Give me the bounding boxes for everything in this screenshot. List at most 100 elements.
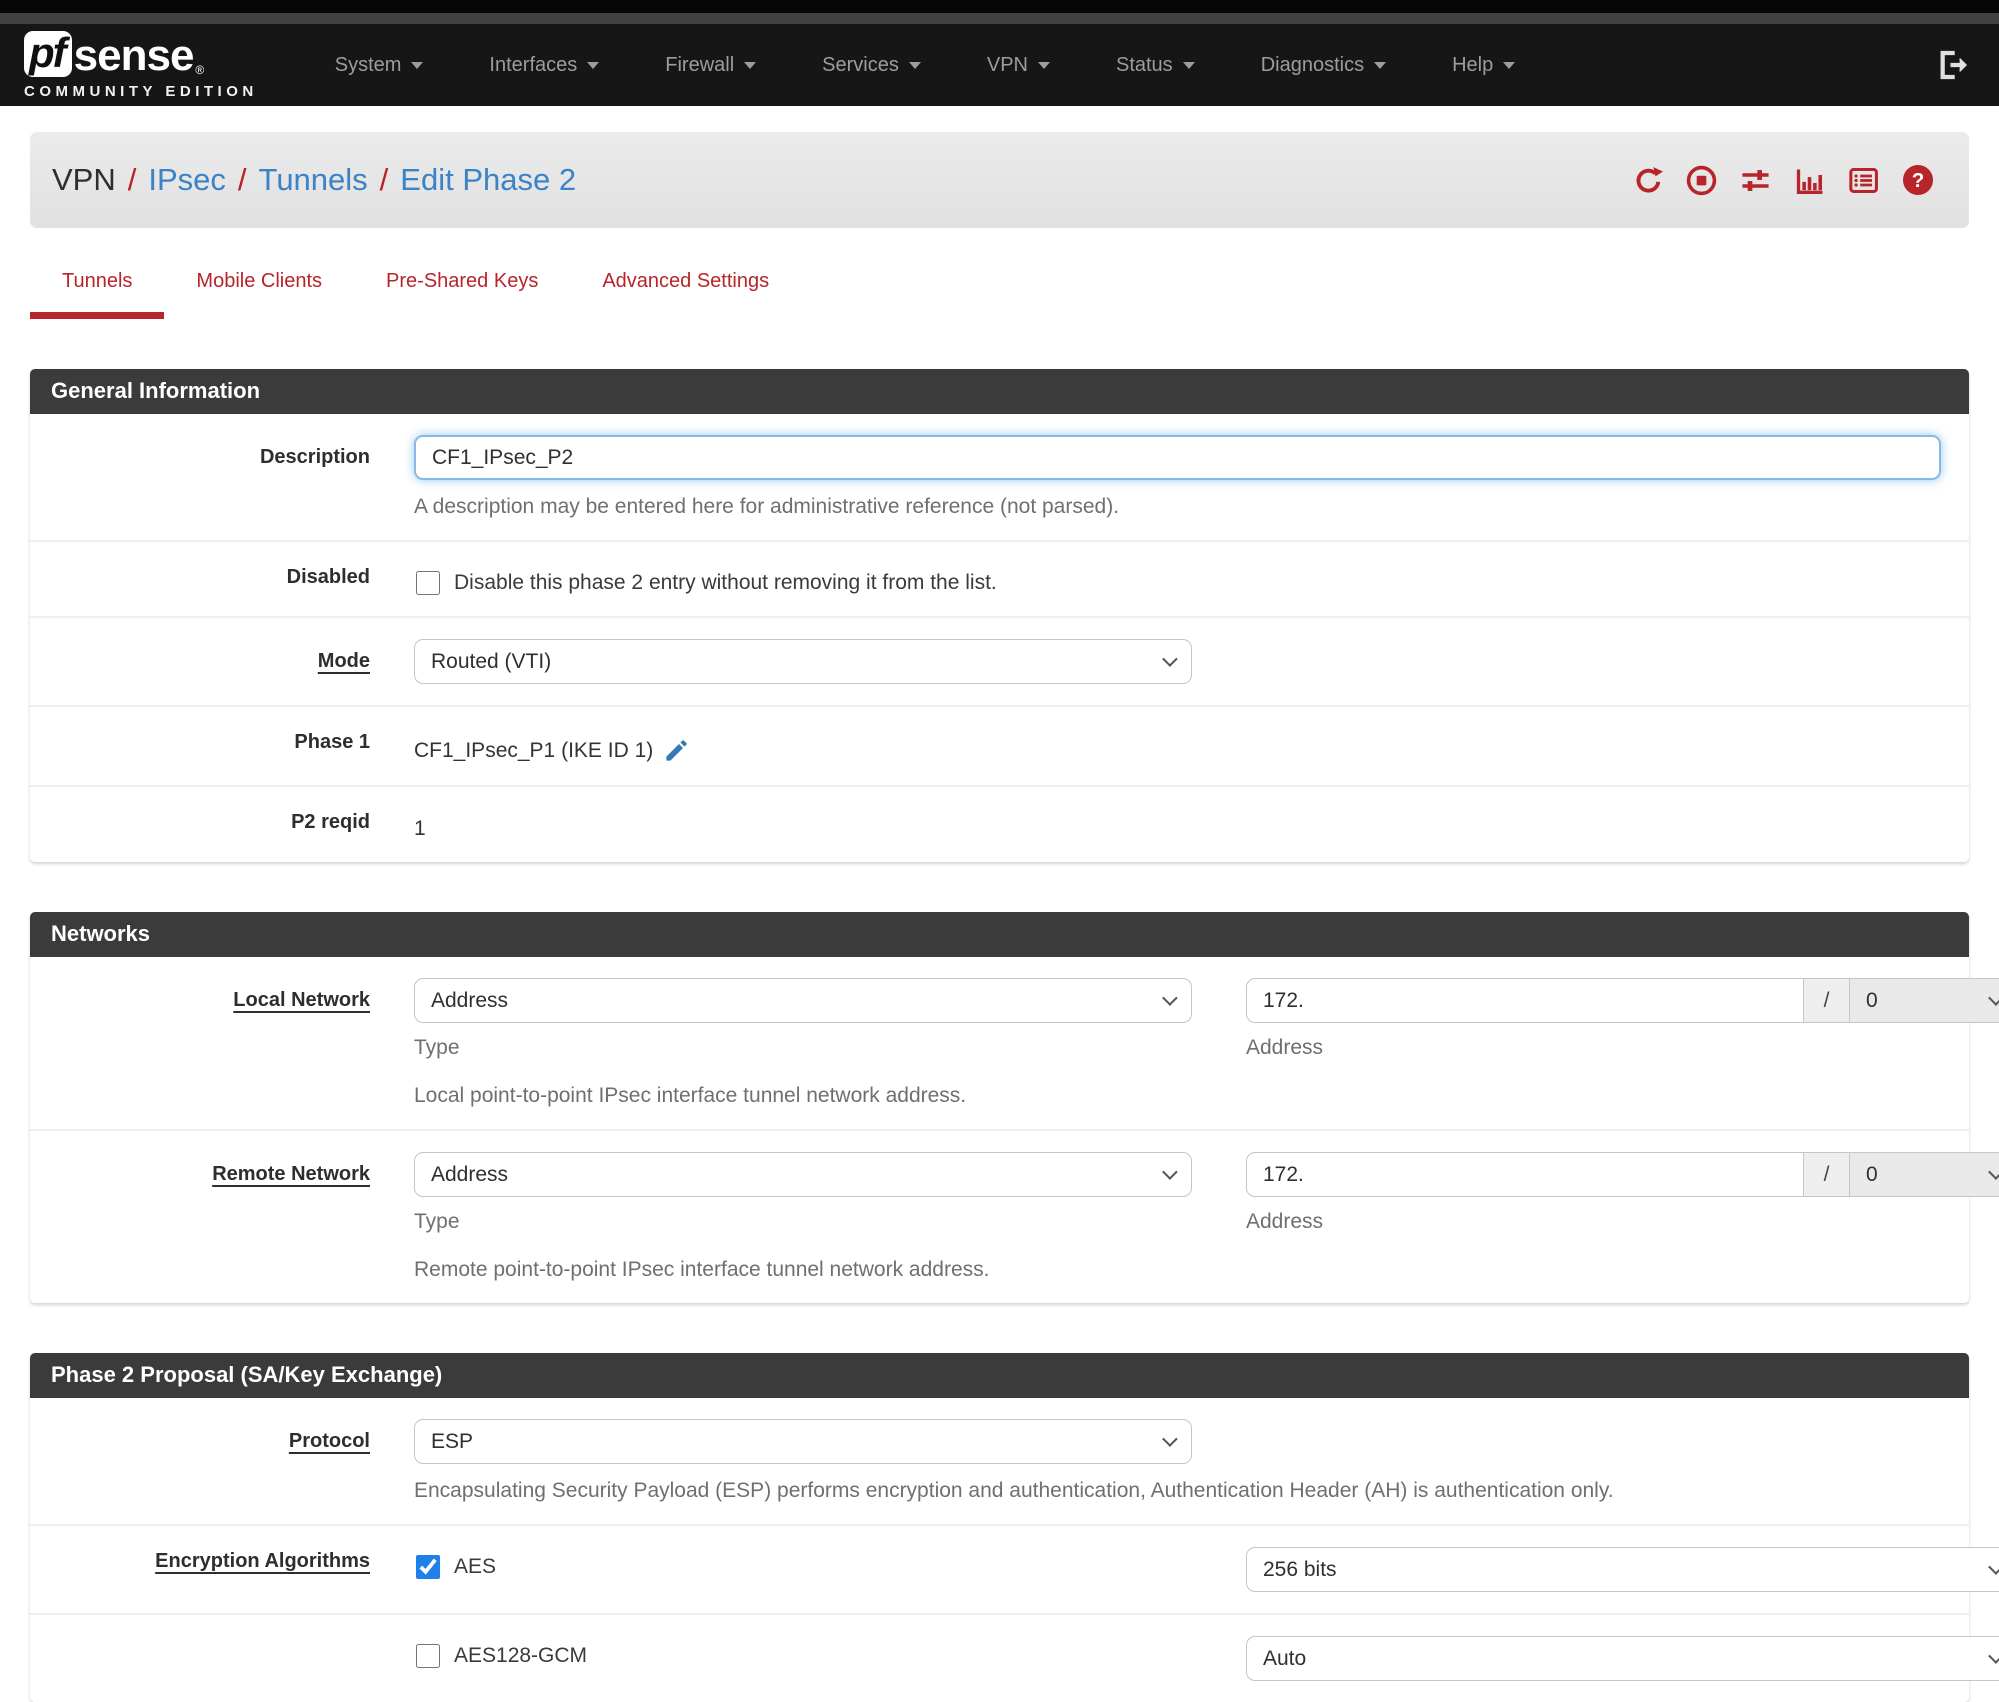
sliders-icon[interactable] [1739, 164, 1772, 197]
local-network-mask-select[interactable]: 0 [1850, 978, 1999, 1023]
sign-out-icon [1940, 50, 1968, 80]
nav-item-label: Diagnostics [1260, 53, 1365, 76]
caret-down-icon [1182, 61, 1195, 69]
remote-network-label: Remote Network [30, 1152, 370, 1282]
nav-item-vpn[interactable]: VPN [954, 54, 1083, 77]
local-network-type-select[interactable]: Address [414, 978, 1192, 1023]
tab-advanced-settings[interactable]: Advanced Settings [570, 270, 801, 319]
pfsense-logo[interactable]: pf sense ® COMMUNITY EDITION [24, 30, 258, 100]
aes128-gcm-keylen-select[interactable]: Auto [1246, 1636, 1999, 1681]
disabled-content: Disable this phase 2 entry without remov… [370, 563, 1969, 595]
nav-item-diagnostics[interactable]: Diagnostics [1228, 54, 1419, 77]
nav-item-status[interactable]: Status [1083, 54, 1228, 77]
protocol-select-value: ESP [431, 1429, 474, 1453]
nav-item-label: Services [822, 53, 899, 76]
type-caption: Type [414, 1036, 460, 1059]
nav-item-label: VPN [986, 53, 1028, 76]
row-phase1: Phase 1 CF1_IPsec_P1 (IKE ID 1) [30, 705, 1969, 785]
panel-title: Phase 2 Proposal (SA/Key Exchange) [30, 1353, 1969, 1398]
breadcrumb-link-tunnels[interactable]: Tunnels [259, 162, 368, 198]
remote-network-mask-select[interactable]: 0 [1850, 1152, 1999, 1197]
mode-label: Mode [30, 639, 370, 684]
top-navbar: pf sense ® COMMUNITY EDITION System Inte… [0, 24, 1999, 106]
local-network-mask-value: 0 [1866, 988, 1878, 1012]
refresh-icon[interactable] [1633, 165, 1664, 196]
local-network-address-input[interactable] [1246, 978, 1804, 1023]
remote-network-address-input[interactable] [1246, 1152, 1804, 1197]
breadcrumb-page-title: Edit Phase 2 [400, 162, 577, 197]
protocol-help: Encapsulating Security Payload (ESP) per… [414, 1479, 1614, 1502]
local-network-label-text: Local Network [233, 989, 370, 1011]
navbar-menu: System Interfaces Firewall Services VPN … [302, 54, 1937, 77]
nav-item-label: Status [1115, 53, 1173, 76]
row-reqid: P2 reqid 1 [30, 785, 1969, 862]
help-icon[interactable]: ? [1901, 163, 1935, 197]
aes-checkbox-label: AES [454, 1555, 497, 1578]
caret-down-icon [1503, 61, 1516, 69]
panel-phase2-proposal: Phase 2 Proposal (SA/Key Exchange) Proto… [30, 1353, 1999, 1702]
disabled-checkbox[interactable] [416, 571, 440, 595]
log-list-icon[interactable] [1847, 164, 1880, 197]
remote-network-label-text: Remote Network [212, 1163, 370, 1185]
caret-down-icon [744, 61, 757, 69]
section-tabs: Tunnels Mobile Clients Pre-Shared Keys A… [30, 270, 1999, 319]
row-description: Description A description may be entered… [30, 414, 1969, 540]
nav-item-label: Interfaces [489, 53, 578, 76]
description-input[interactable] [414, 435, 1941, 480]
caret-down-icon [411, 61, 424, 69]
row-local-network: Local Network Address / 0 [30, 957, 1999, 1129]
reqid-label: P2 reqid [291, 811, 370, 833]
logout-button[interactable] [1937, 48, 1971, 82]
type-caption: Type [414, 1210, 460, 1233]
panel-title: General Information [30, 369, 1969, 414]
edit-phase1-button[interactable] [663, 737, 690, 764]
panel-general-information: General Information Description A descri… [30, 369, 1969, 862]
breadcrumb-link-ipsec[interactable]: IPsec [148, 162, 226, 198]
tab-pre-shared-keys[interactable]: Pre-Shared Keys [354, 270, 570, 319]
row-encryption-aes: Encryption Algorithms AES 256 bits [30, 1524, 1999, 1613]
window-title-strip [0, 13, 1999, 24]
caret-down-icon [908, 61, 921, 69]
nav-item-services[interactable]: Services [789, 54, 954, 77]
protocol-select[interactable]: ESP [414, 1419, 1192, 1464]
remote-network-content: Address / 0 Type Address [370, 1152, 1999, 1282]
phase1-value: CF1_IPsec_P1 (IKE ID 1) [414, 738, 654, 762]
mode-content: Routed (VTI) [370, 639, 1969, 684]
aes128-gcm-checkbox[interactable] [416, 1644, 440, 1668]
breadcrumb-separator: / [127, 162, 137, 197]
remote-network-address-group: / 0 [1246, 1152, 1999, 1197]
breadcrumb-separator: / [237, 162, 247, 197]
breadcrumb-root: VPN [52, 162, 116, 197]
aes-keylen-select[interactable]: 256 bits [1246, 1547, 1999, 1592]
disabled-label: Disabled [286, 566, 370, 588]
remote-network-help: Remote point-to-point IPsec interface tu… [414, 1258, 990, 1281]
chevron-down-icon [1162, 1164, 1178, 1180]
remote-network-type-select[interactable]: Address [414, 1152, 1192, 1197]
row-disabled: Disabled Disable this phase 2 entry with… [30, 540, 1969, 616]
local-network-address-group: / 0 [1246, 978, 1999, 1023]
bar-chart-icon[interactable] [1793, 164, 1826, 197]
aes-checkbox[interactable] [416, 1555, 440, 1579]
tab-tunnels[interactable]: Tunnels [30, 270, 165, 319]
nav-item-interfaces[interactable]: Interfaces [456, 54, 632, 77]
breadcrumb: VPN / IPsec / Tunnels / Edit Phase 2 [52, 162, 576, 198]
encryption-aes-content: AES 256 bits [370, 1547, 1999, 1592]
panel-title: Networks [30, 912, 1969, 957]
mode-label-text: Mode [317, 650, 370, 672]
nav-item-system[interactable]: System [302, 54, 457, 77]
local-network-content: Address / 0 Type Address [370, 978, 1999, 1108]
tab-mobile-clients[interactable]: Mobile Clients [164, 270, 354, 319]
chevron-down-icon [1988, 990, 1999, 1006]
address-caption: Address [1246, 1036, 1324, 1059]
panel-networks: Networks Local Network Address / 0 [30, 912, 1999, 1303]
mode-select[interactable]: Routed (VTI) [414, 639, 1192, 684]
nav-item-firewall[interactable]: Firewall [632, 54, 789, 77]
stop-circle-icon[interactable] [1685, 164, 1718, 197]
nav-item-help[interactable]: Help [1419, 54, 1548, 77]
panel-body: Description A description may be entered… [30, 414, 1969, 862]
aes128-gcm-checkbox-label: AES128-GCM [454, 1644, 588, 1667]
nav-item-label: System [334, 53, 402, 76]
spacer-label [30, 1636, 370, 1681]
mode-select-value: Routed (VTI) [431, 649, 552, 673]
local-network-help: Local point-to-point IPsec interface tun… [414, 1084, 967, 1107]
